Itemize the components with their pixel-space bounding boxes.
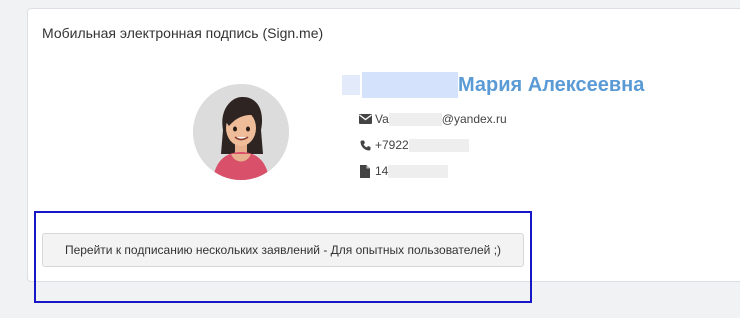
redacted-name-part: [342, 75, 360, 95]
avatar-illustration: [193, 84, 289, 180]
redacted-phone: [408, 138, 469, 152]
card-title: Мобильная электронная подпись (Sign.me): [42, 25, 324, 41]
phone-icon: [358, 138, 372, 152]
profile-phone: +7922: [358, 137, 469, 153]
document-icon: [358, 164, 372, 178]
redacted-name-part: [362, 72, 458, 98]
redacted-email: [388, 112, 442, 126]
avatar: [193, 84, 289, 180]
profile-email: Va @yandex.ru: [358, 111, 507, 127]
profile-name: Мария Алексеевна: [342, 71, 644, 99]
email-end: @yandex.ru: [441, 112, 507, 126]
signme-card: Мобильная электронная подпись (Sign.me) …: [27, 8, 740, 282]
document-start: 14: [375, 164, 389, 178]
email-start: Va: [375, 112, 389, 126]
profile-name-text: Мария Алексеевна: [458, 73, 645, 96]
multi-sign-button[interactable]: Перейти к подписанию нескольких заявлени…: [42, 233, 524, 267]
redacted-document: [388, 164, 449, 178]
phone-start: +7922: [375, 138, 409, 152]
envelope-icon: [358, 112, 372, 126]
profile-document: 14: [358, 163, 449, 179]
